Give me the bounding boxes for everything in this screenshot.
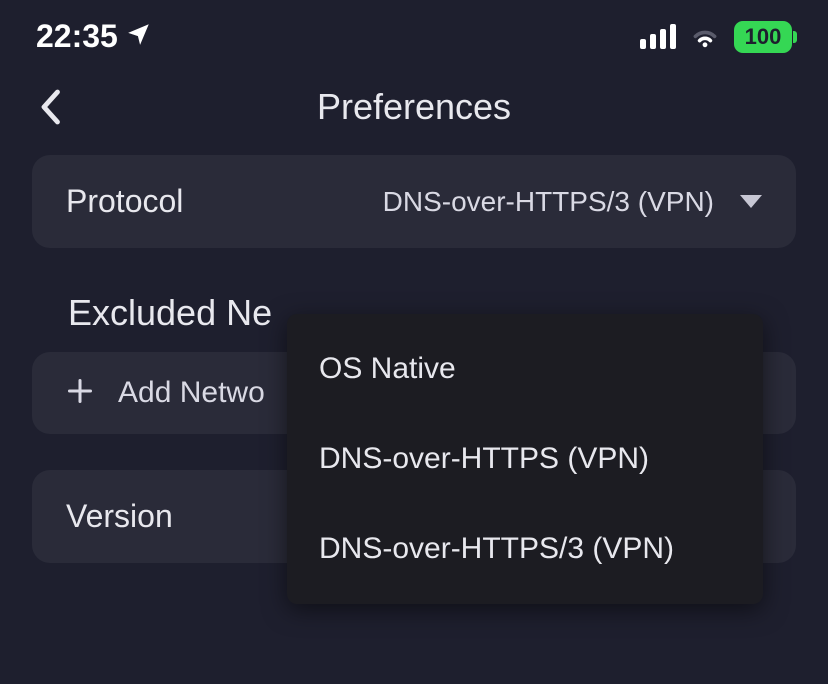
chevron-down-icon — [740, 195, 762, 208]
battery-indicator: 100 — [734, 21, 792, 53]
wifi-icon — [690, 25, 720, 49]
protocol-option-os-native[interactable]: OS Native — [287, 324, 763, 414]
status-bar-left: 22:35 — [36, 18, 152, 55]
plus-icon — [66, 377, 94, 410]
location-icon — [126, 18, 152, 55]
cellular-signal-icon — [640, 24, 676, 49]
nav-header: Preferences — [0, 65, 828, 155]
protocol-option-dns-https3[interactable]: DNS-over-HTTPS/3 (VPN) — [287, 504, 763, 594]
protocol-row[interactable]: Protocol DNS-over-HTTPS/3 (VPN) — [32, 155, 796, 248]
protocol-option-dns-https[interactable]: DNS-over-HTTPS (VPN) — [287, 414, 763, 504]
page-title: Preferences — [317, 86, 511, 128]
protocol-dropdown-menu: OS Native DNS-over-HTTPS (VPN) DNS-over-… — [287, 314, 763, 604]
chevron-left-icon — [39, 89, 61, 125]
version-label: Version — [66, 498, 173, 535]
add-network-label: Add Netwo — [118, 376, 265, 410]
back-button[interactable] — [30, 87, 70, 127]
status-bar: 22:35 100 — [0, 0, 828, 65]
protocol-selected-value: DNS-over-HTTPS/3 (VPN) — [383, 186, 714, 218]
protocol-label: Protocol — [66, 183, 183, 220]
protocol-select[interactable]: DNS-over-HTTPS/3 (VPN) — [383, 186, 762, 218]
status-bar-right: 100 — [640, 21, 792, 53]
status-time: 22:35 — [36, 18, 118, 55]
